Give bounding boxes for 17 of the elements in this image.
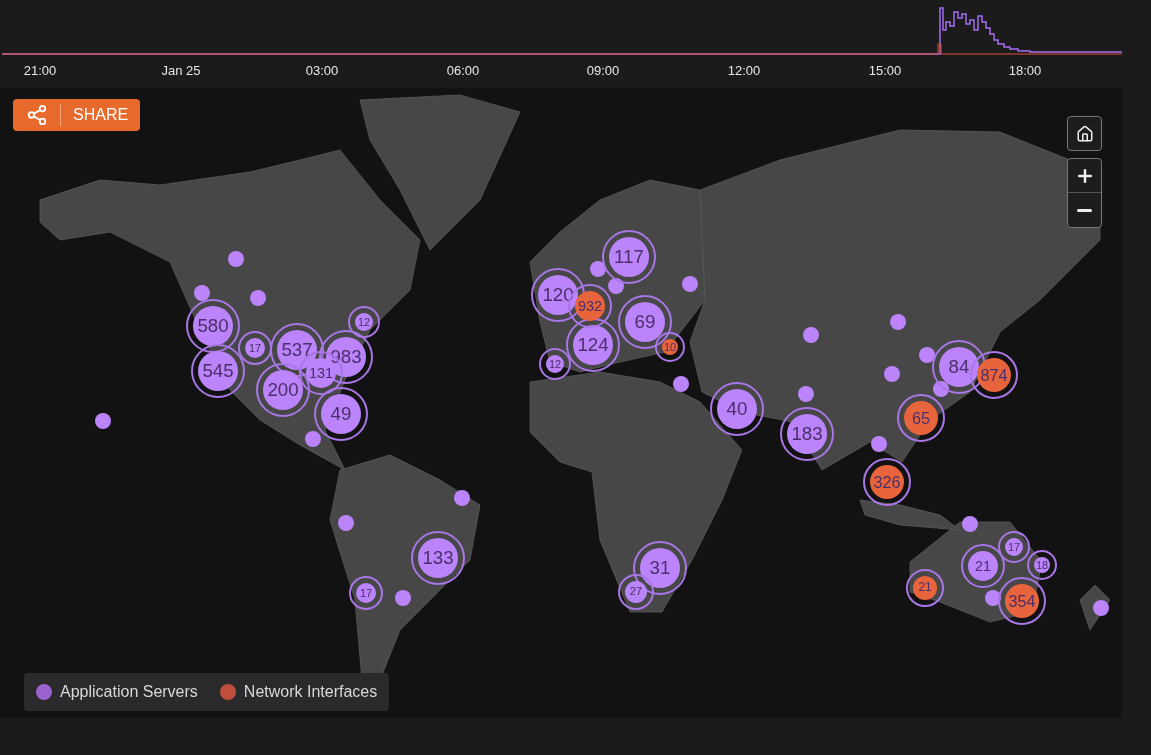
time-tick-label: 03:00 [305,62,339,80]
time-tick-label: 09:00 [586,62,620,80]
time-tick-label: 18:00 [1008,62,1042,80]
time-tick-label: Jan 25 [161,62,201,80]
legend-label[interactable]: Network Interfaces [243,680,378,704]
home-button[interactable] [1067,116,1102,151]
minus-icon [1077,208,1092,212]
legend-label[interactable]: Application Servers [60,680,198,704]
home-icon [1075,124,1094,143]
share-button[interactable]: SHARE [13,99,140,131]
time-tick-label: 15:00 [868,62,902,80]
share-icon [26,104,48,126]
cluster-marker[interactable]: 874 [970,351,1018,399]
time-tick-label: 12:00 [727,62,761,80]
time-tick-label: 06:00 [446,62,480,80]
cluster-marker[interactable]: 326 [863,458,911,506]
time-tick-label: 21:00 [23,62,57,80]
